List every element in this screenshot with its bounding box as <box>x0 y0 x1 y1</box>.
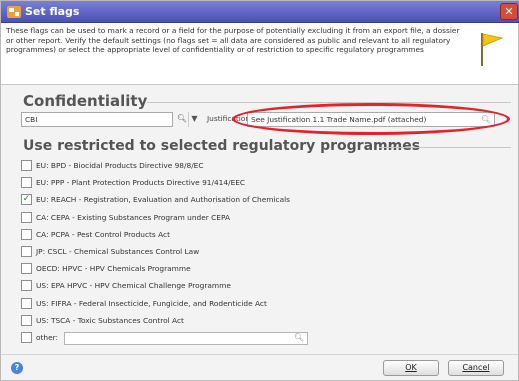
set-flags-dialog: Set flags ✕ These flags can be used to m… <box>0 0 519 381</box>
dialog-title: Set flags <box>25 5 80 18</box>
footer-divider <box>1 354 518 355</box>
search-icon[interactable]: 🔍︎ <box>176 112 188 127</box>
programme-checkbox[interactable] <box>21 211 32 223</box>
ok-button[interactable]: OK <box>383 360 439 376</box>
programme-checkbox[interactable] <box>21 280 32 292</box>
flags-app-icon <box>7 6 21 18</box>
title-bar[interactable]: Set flags ✕ <box>1 1 519 23</box>
chevron-down-icon[interactable]: ▼ <box>188 112 200 127</box>
programme-label: US: EPA HPVC - HPV Chemical Challenge Pr… <box>36 281 231 291</box>
other-label: other: <box>36 333 59 342</box>
programme-label: CA: PCPA - Pest Control Products Act <box>36 229 170 239</box>
confidentiality-heading: Confidentiality <box>23 92 148 110</box>
flag-icon <box>481 33 504 66</box>
programme-label: OECD: HPVC - HPV Chemicals Programme <box>36 264 191 274</box>
close-icon[interactable]: ✕ <box>500 3 518 20</box>
programme-checkbox[interactable] <box>21 246 32 257</box>
programme-checkbox[interactable]: ✓ <box>21 194 32 206</box>
programme-checkbox[interactable] <box>21 177 32 189</box>
cancel-button[interactable]: Cancel <box>448 360 504 376</box>
other-input[interactable]: 🔍︎ <box>64 332 308 345</box>
programme-checkbox[interactable] <box>21 297 32 309</box>
programme-label: US: FIFRA - Federal Insecticide, Fungici… <box>36 298 267 308</box>
search-icon[interactable]: 🔍︎ <box>294 333 304 342</box>
intro-panel: These flags can be used to mark a record… <box>1 23 518 85</box>
checkbox-other[interactable] <box>21 332 32 343</box>
programme-checkbox[interactable] <box>21 314 32 326</box>
programme-label: EU: REACH - Registration, Evaluation and… <box>36 195 291 205</box>
intro-text: These flags can be used to mark a record… <box>6 26 460 55</box>
help-icon[interactable]: ? <box>11 362 23 374</box>
programme-checkbox[interactable] <box>21 263 32 275</box>
programme-label: JP: CSCL - Chemical Substances Control L… <box>36 247 200 256</box>
programme-label: US: TSCA - Toxic Substances Control Act <box>36 315 184 325</box>
annotation-ellipse <box>232 103 510 135</box>
programme-checkbox[interactable] <box>21 160 32 171</box>
confidentiality-select[interactable]: CBI <box>21 112 173 127</box>
restricted-divider <box>379 147 511 148</box>
programme-label: EU: BPD - Biocidal Products Directive 98… <box>36 161 204 170</box>
programme-label: EU: PPP - Plant Protection Products Dire… <box>36 178 246 188</box>
programme-checkbox[interactable] <box>21 228 32 240</box>
restricted-heading: Use restricted to selected regulatory pr… <box>23 138 421 154</box>
programme-label: CA: CEPA - Existing Substances Program u… <box>36 212 231 222</box>
